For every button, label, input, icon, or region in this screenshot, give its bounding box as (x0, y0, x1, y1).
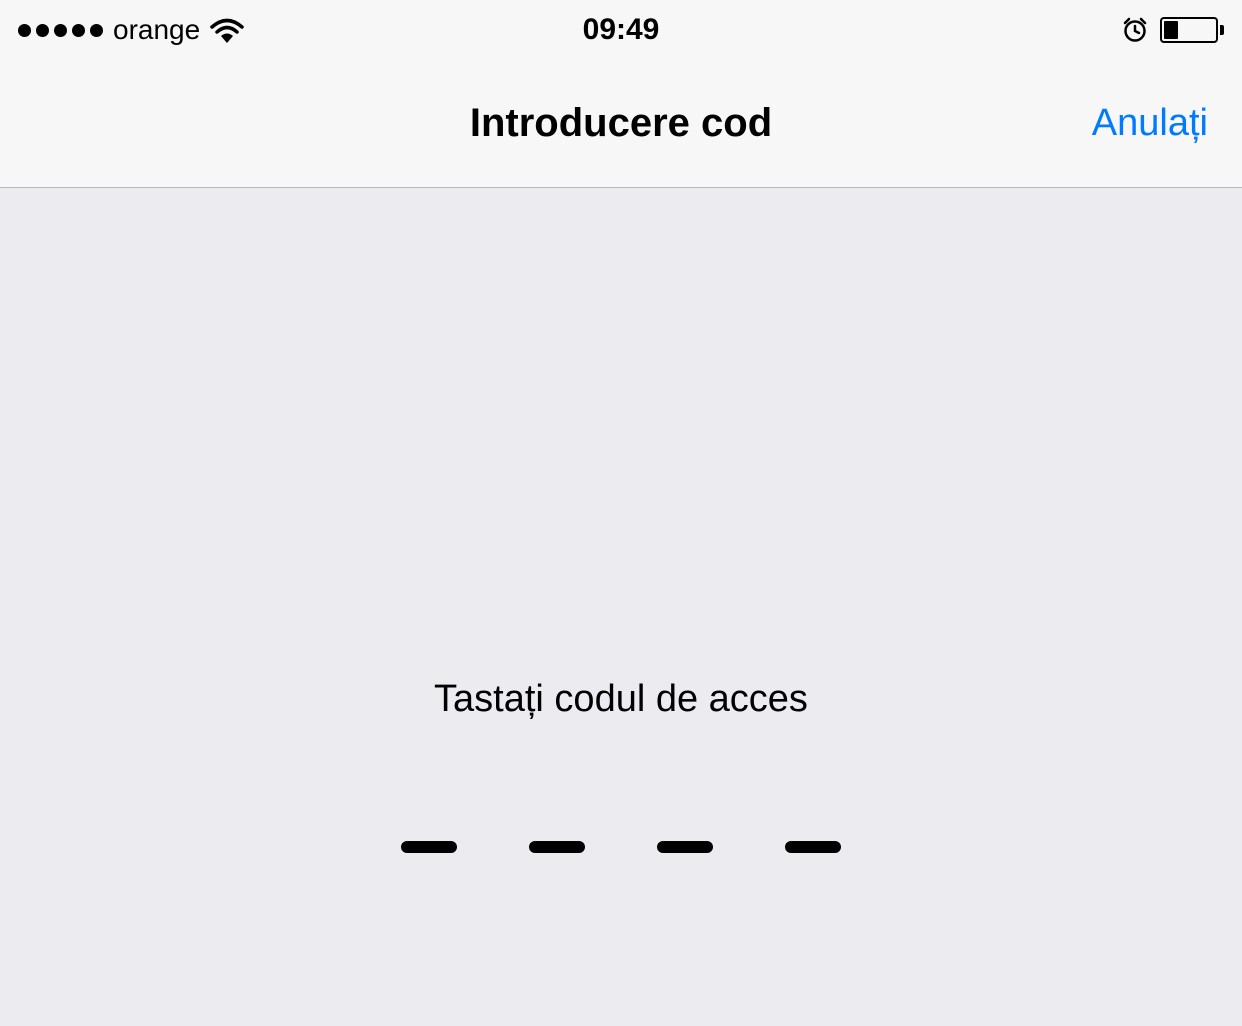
page-title: Introducere cod (470, 101, 772, 146)
passcode-prompt: Tastați codul de acces (434, 678, 808, 721)
wifi-icon (210, 18, 244, 43)
navigation-bar: Introducere cod Anulați (0, 60, 1242, 188)
passcode-slot (785, 841, 841, 853)
status-right (1122, 17, 1224, 43)
content-area: Tastați codul de acces (0, 188, 1242, 1026)
passcode-slot (529, 841, 585, 853)
status-left: orange (18, 14, 244, 46)
carrier-label: orange (113, 14, 200, 46)
alarm-icon (1122, 17, 1148, 43)
passcode-slot (401, 841, 457, 853)
status-bar: orange 09:49 (0, 0, 1242, 60)
battery-icon (1160, 17, 1224, 43)
passcode-input[interactable] (401, 841, 841, 853)
passcode-slot (657, 841, 713, 853)
status-time: 09:49 (583, 13, 660, 47)
cancel-button[interactable]: Anulați (1092, 102, 1208, 145)
signal-strength-icon (18, 24, 103, 37)
